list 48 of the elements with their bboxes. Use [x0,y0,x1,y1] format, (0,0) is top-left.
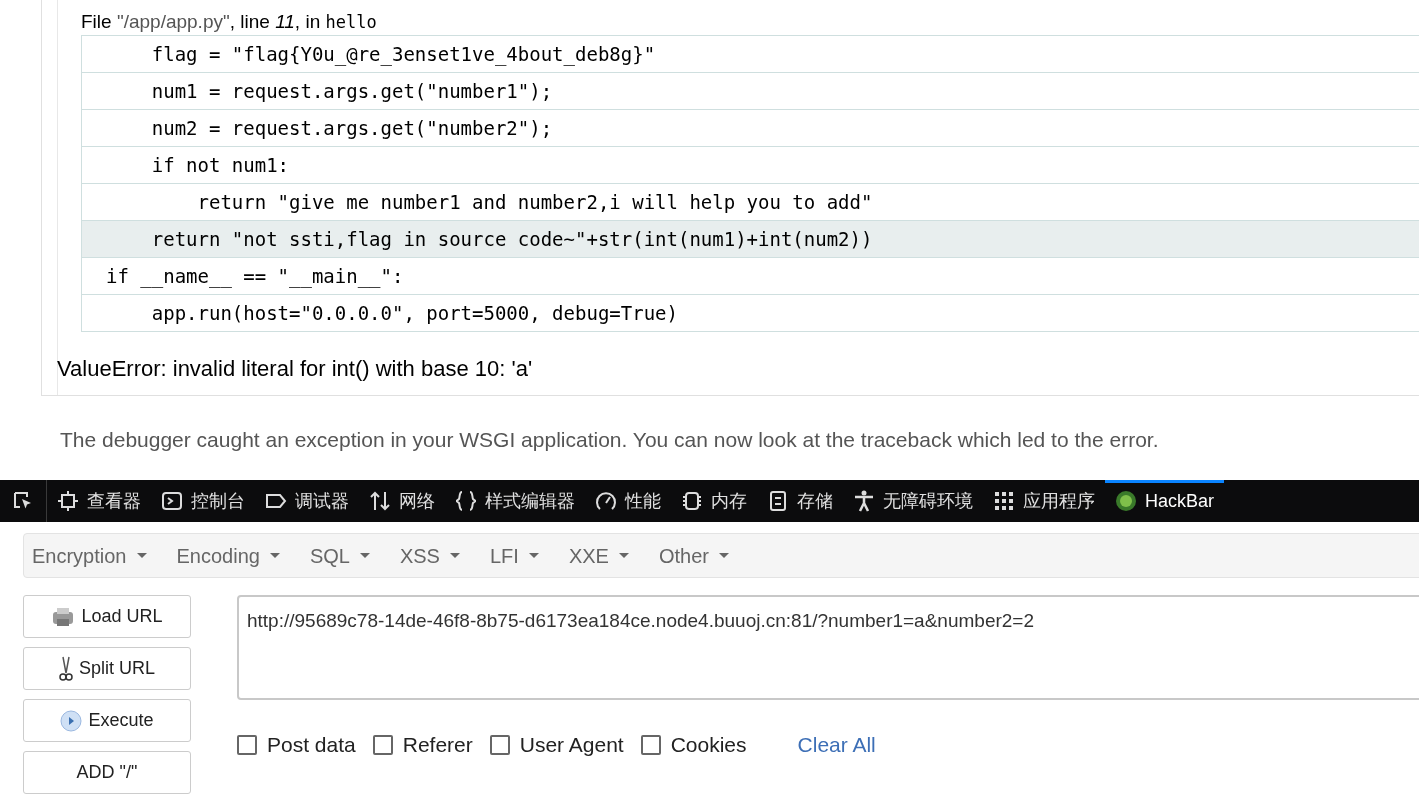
checkbox-label: Cookies [670,732,747,758]
dropdown-menu[interactable]: Other [658,540,729,571]
devtools-tab[interactable]: 无障碍环境 [843,480,983,522]
checkbox[interactable] [489,734,510,755]
devtools-tab[interactable]: 性能 [585,480,671,522]
dropdown-menu[interactable]: XXE [568,540,629,571]
devtools-tab[interactable]: 样式编辑器 [445,480,585,522]
checkbox-label: Referer [402,732,473,758]
storage-icon [767,490,789,512]
braces-icon [455,490,477,512]
play-icon [60,709,83,732]
dropdown-menu[interactable]: XSS [399,540,460,571]
checkbox[interactable] [237,734,257,755]
devtools-tab[interactable]: 网络 [359,480,445,522]
inspector-icon [57,490,79,512]
grid-icon [993,490,1015,512]
file-location: File "/app/app.py", line 11, in hello [81,10,378,34]
person-icon [853,490,875,512]
checkbox-label: Post data [267,732,356,758]
dropdown-menu[interactable]: SQL [309,540,370,571]
error-message: ValueError: invalid literal for int() with base 10: 'a' [57,355,534,383]
chip-icon [681,490,703,512]
devtools-tab[interactable]: HackBar [1105,480,1225,522]
devtools-tab[interactable]: 调试器 [255,480,359,522]
dropdown-menu[interactable]: Encryption [32,540,147,571]
clear-all-link[interactable]: Clear All [797,729,876,761]
scissors-icon [59,654,73,683]
add-slash-button[interactable]: ADD "/" [23,751,191,794]
devtools-tab[interactable]: 查看器 [47,480,151,522]
devtools-tab[interactable]: 内存 [671,480,757,522]
checkbox[interactable] [640,734,661,755]
printer-icon [51,605,76,628]
checkbox-label: User Agent [519,732,624,758]
dropdown-menu[interactable]: Encoding [176,540,280,571]
devtools-tab[interactable]: 应用程序 [983,480,1105,522]
dropdown-menu[interactable]: LFI [489,540,539,571]
devtools-tab[interactable]: 控制台 [151,480,255,522]
console-icon [161,490,183,512]
devtools-tab[interactable]: 存储 [757,480,843,522]
url-field[interactable]: http://95689c78-14de-46f8-8b75-d6173ea184ce.node4.buuoj.cn:81/?number1=a&number2=2 [237,595,1419,700]
hackbar-button[interactable]: Execute [23,699,191,742]
explanation-text: The debugger caught an exception in your WSGI application. You can now look at the traceback which led to the error. [60,427,1160,453]
checkbox[interactable] [372,734,393,755]
hackbar-button[interactable]: Split URL [23,647,191,690]
network-arrows-icon [369,490,391,512]
hackbar-logo-icon [1115,490,1137,512]
gauge-icon [595,490,617,512]
hackbar-button[interactable]: Load URL [23,595,191,638]
